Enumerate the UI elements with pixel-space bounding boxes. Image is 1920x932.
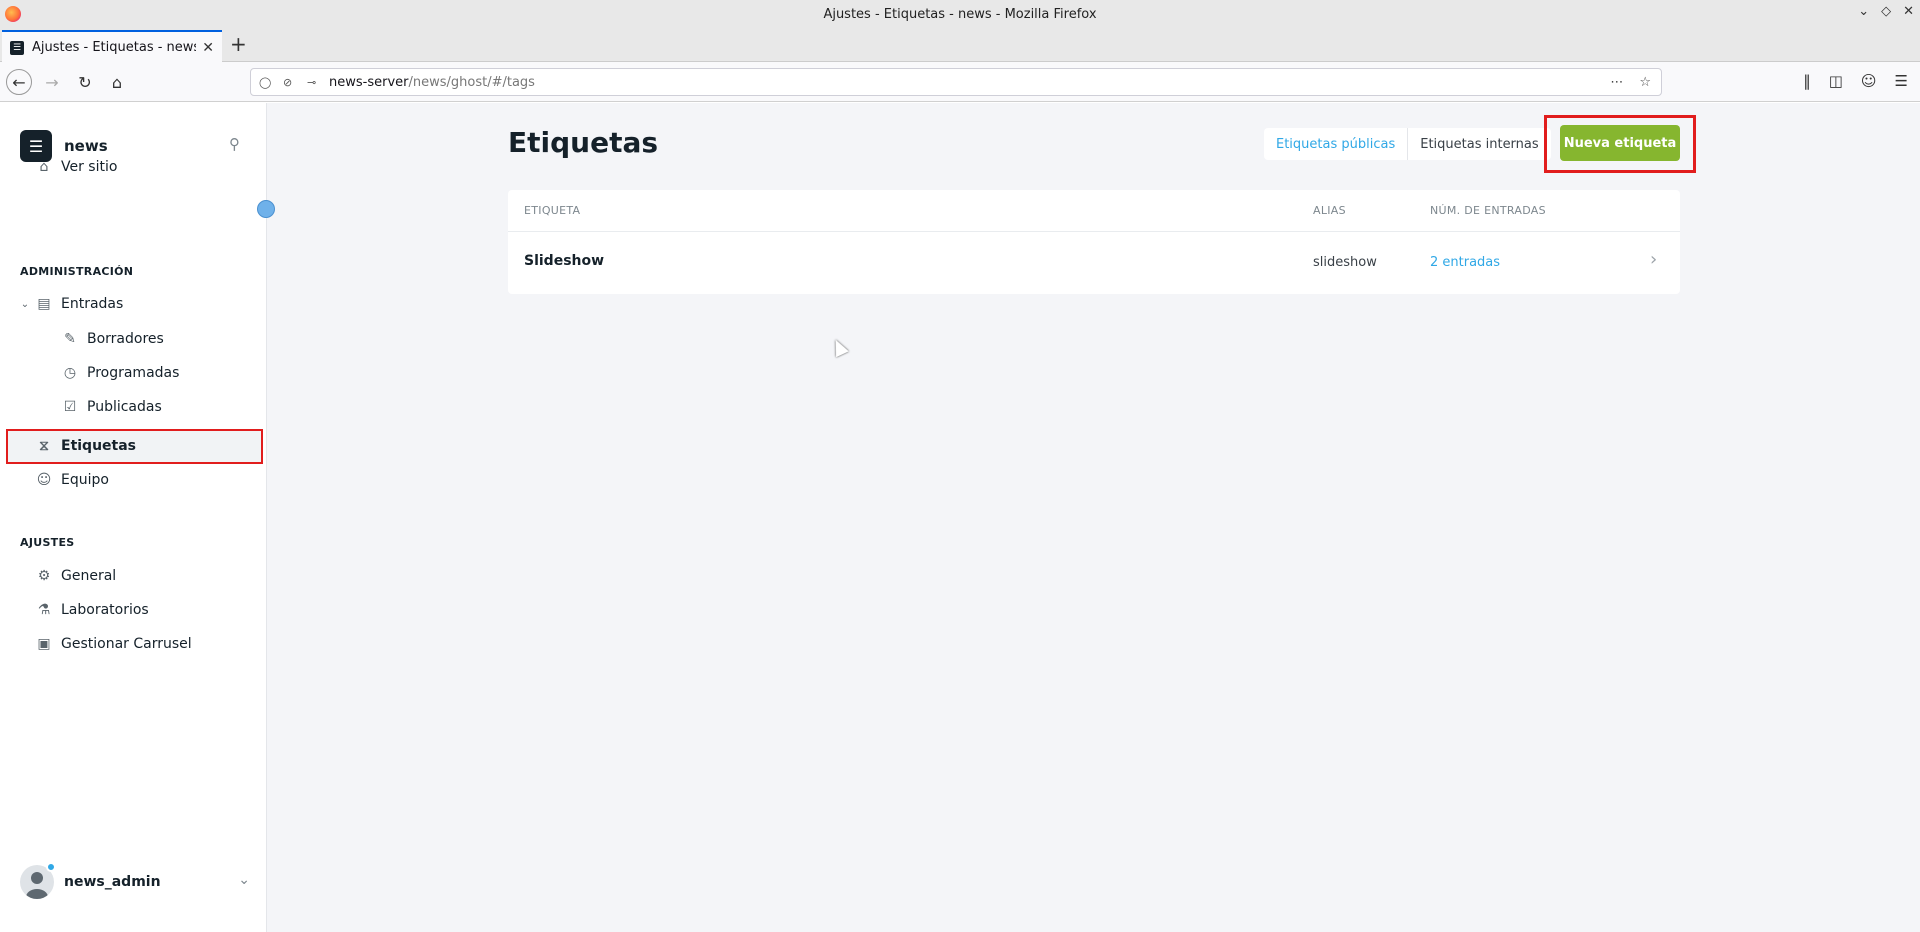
new-tag-button[interactable]: Nueva etiqueta [1560, 125, 1680, 161]
sidebar-item-label: Borradores [87, 331, 164, 347]
window-titlebar: Ajustes - Etiquetas - news - Mozilla Fir… [0, 0, 1920, 28]
navigation-toolbar: ← → ↻ ⌂ ◯ ⊘ ⊸ news-server/news/ghost/#/t… [0, 62, 1920, 102]
clock-icon: ◷ [63, 365, 77, 381]
page-actions-icon[interactable]: ⋯ [1610, 75, 1623, 90]
window-title: Ajustes - Etiquetas - news - Mozilla Fir… [823, 6, 1097, 22]
user-name: news_admin [64, 874, 161, 890]
shield-icon[interactable]: ◯ [259, 76, 275, 89]
back-icon[interactable]: ← [6, 69, 32, 95]
mouse-cursor [829, 336, 849, 358]
sidebar-item-label: Publicadas [87, 399, 162, 415]
browser-tab[interactable]: ☰ Ajustes - Etiquetas - news ✕ [2, 30, 222, 63]
sidebar-item-scheduled[interactable]: ◷ Programadas [62, 358, 180, 388]
sidebar-item-labs[interactable]: ⚗ Laboratorios [36, 595, 149, 625]
notification-dot[interactable] [257, 200, 275, 218]
sidebar-item-carousel[interactable]: ▣ Gestionar Carrusel [36, 629, 192, 659]
url-bar[interactable]: ◯ ⊘ ⊸ news-server/news/ghost/#/tags ⋯ ☆ [250, 68, 1662, 96]
ghost-admin-app: ☰ news ⚲ ⌂ Ver sitio ADMINISTRACIÓN ⌄ ▤ … [0, 103, 1920, 932]
column-header-count: NÚM. DE ENTRADAS [1430, 204, 1546, 217]
table-row[interactable]: Slideshow slideshow 2 entradas › [508, 232, 1680, 294]
new-tab-icon[interactable]: + [230, 34, 247, 54]
staff-icon: ☺ [36, 472, 52, 488]
tags-table: ETIQUETA ALIAS NÚM. DE ENTRADAS Slidesho… [508, 190, 1680, 294]
tag-post-count[interactable]: 2 entradas [1430, 255, 1500, 270]
reload-icon[interactable]: ↻ [72, 69, 98, 95]
sidebar-item-drafts[interactable]: ✎ Borradores [62, 324, 164, 354]
section-title-admin: ADMINISTRACIÓN [20, 265, 134, 278]
sidebar-toggle-icon[interactable]: ◫ [1829, 72, 1843, 90]
page-title: Etiquetas [508, 126, 659, 159]
column-header-slug: ALIAS [1313, 204, 1346, 217]
sidebar-item-published[interactable]: ☑ Publicadas [62, 392, 162, 422]
sidebar-item-label: Ver sitio [61, 159, 118, 175]
tab-strip: ☰ Ajustes - Etiquetas - news ✕ + [0, 28, 1920, 63]
insecure-lock-icon[interactable]: ⊘ [283, 76, 299, 89]
url-host: news-server [329, 74, 409, 90]
url-path: /news/ghost/#/tags [408, 74, 535, 90]
sidebar-item-label: Gestionar Carrusel [61, 636, 192, 652]
pencil-icon: ✎ [64, 331, 76, 347]
ghost-favicon-icon: ☰ [10, 40, 24, 55]
chevron-right-icon[interactable]: › [1650, 249, 1657, 270]
sidebar-item-posts[interactable]: ⌄ ▤ Entradas [20, 289, 124, 319]
section-title-settings: AJUSTES [20, 536, 75, 549]
sidebar: ☰ news ⚲ ⌂ Ver sitio ADMINISTRACIÓN ⌄ ▤ … [0, 103, 275, 932]
flask-icon: ⚗ [37, 602, 51, 618]
sidebar-item-label: Equipo [61, 472, 109, 488]
sidebar-item-staff[interactable]: ☺ Equipo [36, 465, 109, 495]
sidebar-item-tags[interactable]: ⧖ Etiquetas [36, 431, 136, 461]
gear-icon: ⚙ [37, 568, 51, 584]
account-icon[interactable]: ☺ [1861, 72, 1877, 90]
tag-name[interactable]: Slideshow [524, 253, 604, 269]
slideshow-icon: ▣ [37, 636, 51, 652]
sidebar-item-label: Programadas [87, 365, 180, 381]
tab-title: Ajustes - Etiquetas - news [32, 40, 197, 55]
tab-close-icon[interactable]: ✕ [202, 40, 214, 56]
forward-icon[interactable]: → [39, 69, 65, 95]
tag-slug: slideshow [1313, 255, 1377, 270]
sidebar-item-label: Entradas [61, 296, 124, 312]
public-tags-button[interactable]: Etiquetas públicas [1264, 128, 1407, 160]
chevron-down-icon[interactable]: ⌄ [20, 299, 30, 310]
maximize-icon[interactable]: ◇ [1881, 4, 1891, 19]
posts-icon: ▤ [37, 296, 51, 312]
search-icon[interactable]: ⚲ [229, 135, 240, 153]
window-controls: ⌄ ◇ ✕ [1858, 4, 1914, 19]
bookmark-star-icon[interactable]: ☆ [1639, 75, 1651, 90]
library-icon[interactable]: ‖ [1803, 72, 1811, 90]
home-icon: ⌂ [39, 159, 49, 175]
home-icon[interactable]: ⌂ [104, 69, 130, 95]
sidebar-item-label: General [61, 568, 117, 584]
close-window-icon[interactable]: ✕ [1903, 4, 1914, 19]
table-header: ETIQUETA ALIAS NÚM. DE ENTRADAS [508, 190, 1680, 232]
user-menu[interactable]: news_admin ⌄ [20, 862, 250, 902]
key-icon[interactable]: ⊸ [307, 76, 323, 89]
sidebar-item-general[interactable]: ⚙ General [36, 561, 116, 591]
sidebar-item-label: Etiquetas [61, 438, 137, 454]
menu-icon[interactable]: ☰ [1895, 72, 1908, 90]
minimize-icon[interactable]: ⌄ [1858, 4, 1869, 19]
chevron-down-icon[interactable]: ⌄ [238, 872, 250, 888]
tag-icon: ⧖ [39, 438, 49, 454]
firefox-logo-icon [5, 6, 21, 22]
column-header-tag: ETIQUETA [524, 204, 581, 217]
status-dot [46, 862, 56, 872]
internal-tags-button[interactable]: Etiquetas internas [1407, 128, 1550, 160]
published-icon: ☑ [63, 399, 77, 415]
sidebar-item-label: Laboratorios [61, 602, 149, 618]
tag-filter-group: Etiquetas públicas Etiquetas internas [1264, 128, 1551, 160]
sidebar-item-view-site[interactable]: ⌂ Ver sitio [36, 152, 118, 182]
